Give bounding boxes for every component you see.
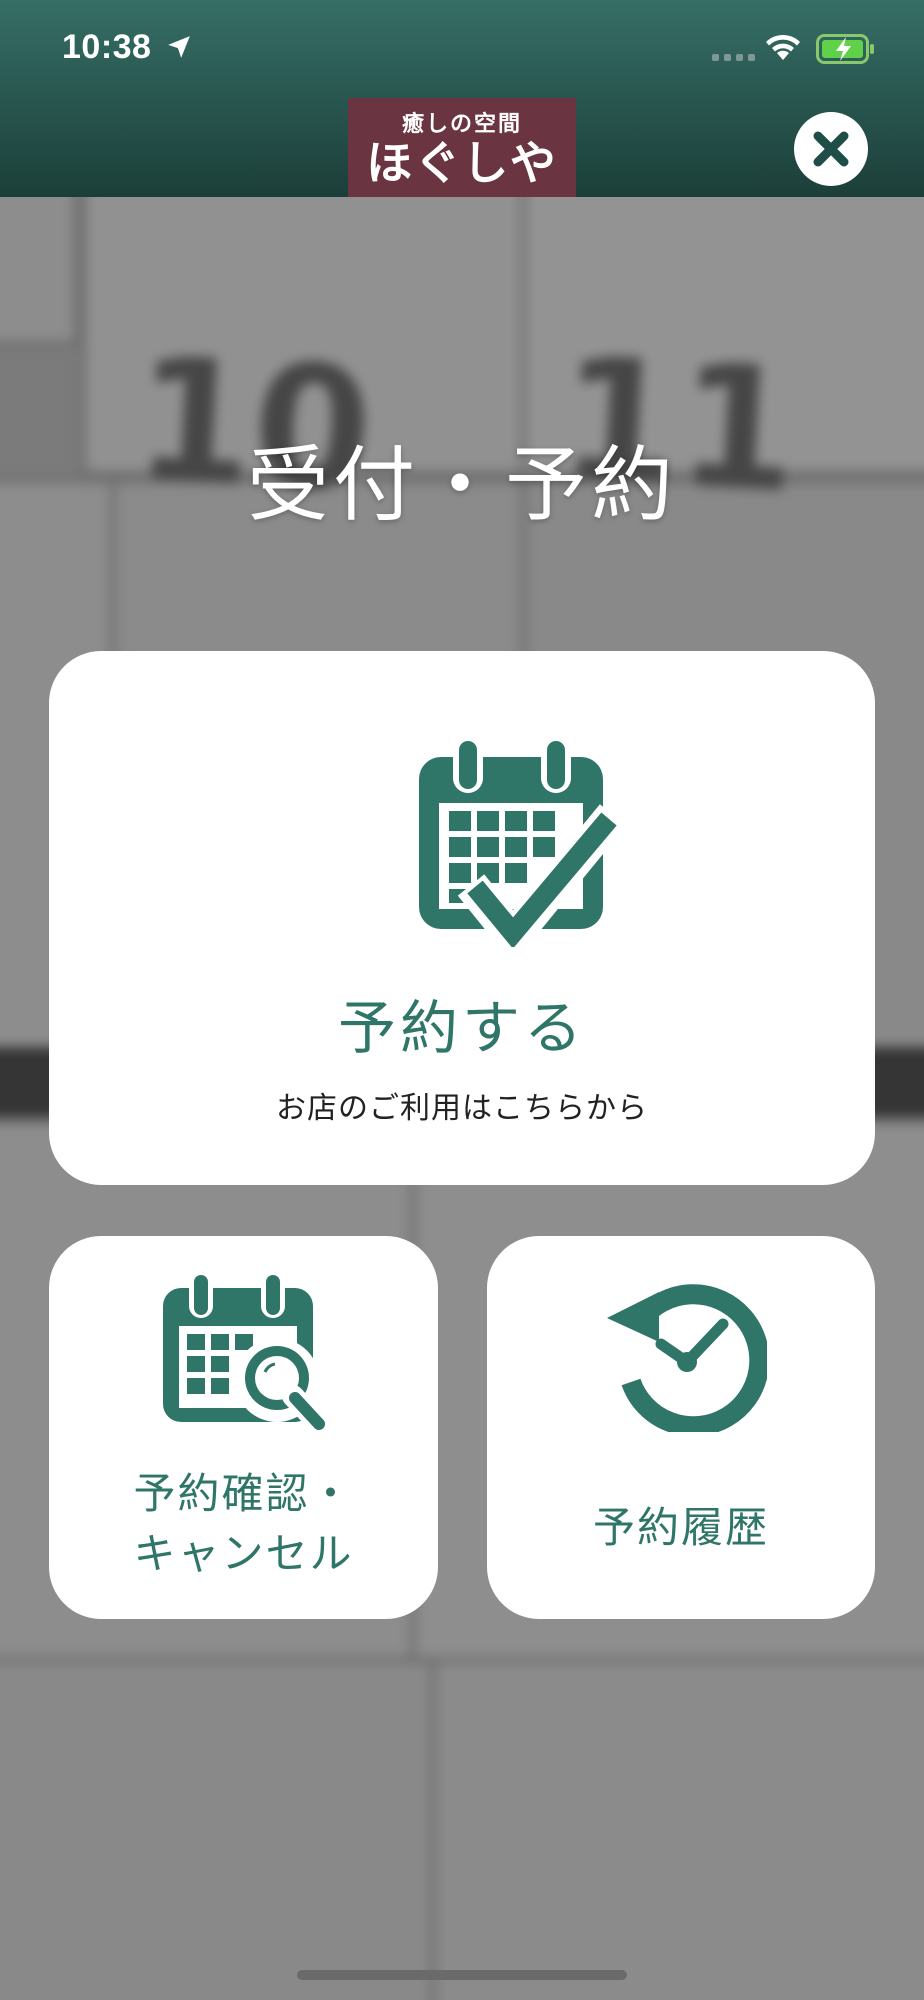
reserve-title: 予約する <box>337 994 586 1062</box>
close-button[interactable] <box>794 112 868 186</box>
logo-name: ほぐしや <box>366 136 558 191</box>
logo-subtitle: 癒しの空間 <box>401 112 522 138</box>
home-indicator <box>297 1970 627 1980</box>
shop-logo: 癒しの空間 ほぐしや <box>348 98 576 197</box>
location-arrow-icon <box>168 36 190 58</box>
reserve-card[interactable]: 予約する お店のご利用はこちらから <box>49 651 875 1185</box>
confirm-label-line1: 予約確認・ <box>133 1469 354 1518</box>
reserve-subtitle: お店のご利用はこちらから <box>276 1091 648 1126</box>
status-bar: 10:38 <box>0 0 924 100</box>
reservation-confirm-cancel-label: 予約確認・ キャンセル <box>49 1464 438 1584</box>
status-time: 10:38 <box>62 28 152 66</box>
cellular-signal-icon <box>712 54 755 61</box>
battery-charging-icon <box>816 34 874 64</box>
calendar-check-icon <box>419 737 619 947</box>
app-header: 10:38 癒しの空間 ほぐしや <box>0 0 924 197</box>
confirm-label-line2: キャンセル <box>133 1529 354 1578</box>
calendar-search-icon <box>163 1272 327 1434</box>
close-icon <box>813 131 849 167</box>
reservation-history-label: 予約履歴 <box>592 1503 769 1552</box>
page-title: 受付・予約 <box>246 438 677 533</box>
wifi-icon <box>766 34 800 60</box>
history-clock-icon <box>607 1284 767 1432</box>
reservation-confirm-cancel-card[interactable]: 予約確認・ キャンセル <box>49 1236 438 1619</box>
reservation-history-card[interactable]: 予約履歴 <box>487 1236 875 1619</box>
